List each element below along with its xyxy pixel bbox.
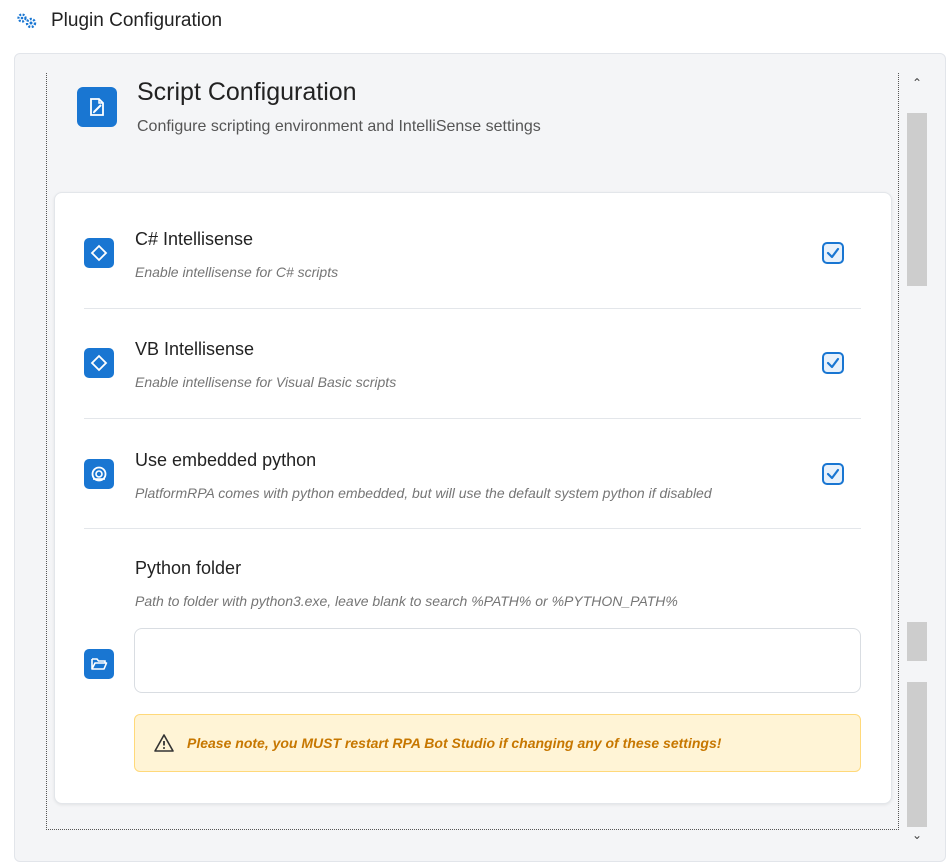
embedded-python-checkbox[interactable] — [822, 463, 844, 485]
csharp-intellisense-checkbox[interactable] — [822, 242, 844, 264]
scrollbar-thumb[interactable] — [907, 113, 927, 286]
scrollbar-segment — [907, 682, 927, 827]
configuration-panel: ⌃ ⌄ Script Configuration Configure scrip… — [14, 53, 946, 862]
setting-description: PlatformRPA comes with python embedded, … — [135, 485, 712, 501]
folder-open-icon — [84, 649, 114, 679]
setting-title: Python folder — [135, 558, 242, 578]
setting-title: Use embedded python — [135, 450, 317, 470]
scrollbar-segment — [907, 622, 927, 661]
setting-description: Enable intellisense for Visual Basic scr… — [135, 374, 397, 390]
scroll-down-icon[interactable]: ⌄ — [907, 826, 927, 844]
warning-triangle-icon — [154, 734, 174, 752]
page-title: Plugin Configuration — [51, 10, 223, 31]
python-icon — [84, 459, 114, 489]
vertical-scrollbar[interactable]: ⌃ ⌄ — [907, 74, 927, 844]
setting-title: VB Intellisense — [135, 339, 255, 359]
setting-title: C# Intellisense — [135, 229, 254, 249]
section-subtitle: Configure scripting environment and Inte… — [137, 118, 541, 135]
setting-row-embedded-python: Use embedded python PlatformRPA comes wi… — [84, 419, 861, 529]
edit-document-icon — [77, 87, 117, 127]
settings-card: C# Intellisense Enable intellisense for … — [54, 192, 892, 804]
setting-description: Path to folder with python3.exe, leave b… — [135, 593, 678, 609]
restart-warning: Please note, you MUST restart RPA Bot St… — [134, 714, 861, 772]
python-folder-input[interactable] — [134, 628, 861, 693]
section-title: Script Configuration — [137, 78, 357, 106]
scroll-up-icon[interactable]: ⌃ — [907, 74, 927, 92]
code-diamond-icon — [84, 348, 114, 378]
code-diamond-icon — [84, 238, 114, 268]
setting-description: Enable intellisense for C# scripts — [135, 264, 339, 280]
gears-icon — [17, 13, 37, 29]
setting-row-csharp-intellisense: C# Intellisense Enable intellisense for … — [84, 193, 861, 308]
page-header: Plugin Configuration — [16, 8, 222, 34]
setting-row-vb-intellisense: VB Intellisense Enable intellisense for … — [84, 309, 861, 419]
warning-text: Please note, you MUST restart RPA Bot St… — [187, 735, 722, 751]
vb-intellisense-checkbox[interactable] — [822, 352, 844, 374]
